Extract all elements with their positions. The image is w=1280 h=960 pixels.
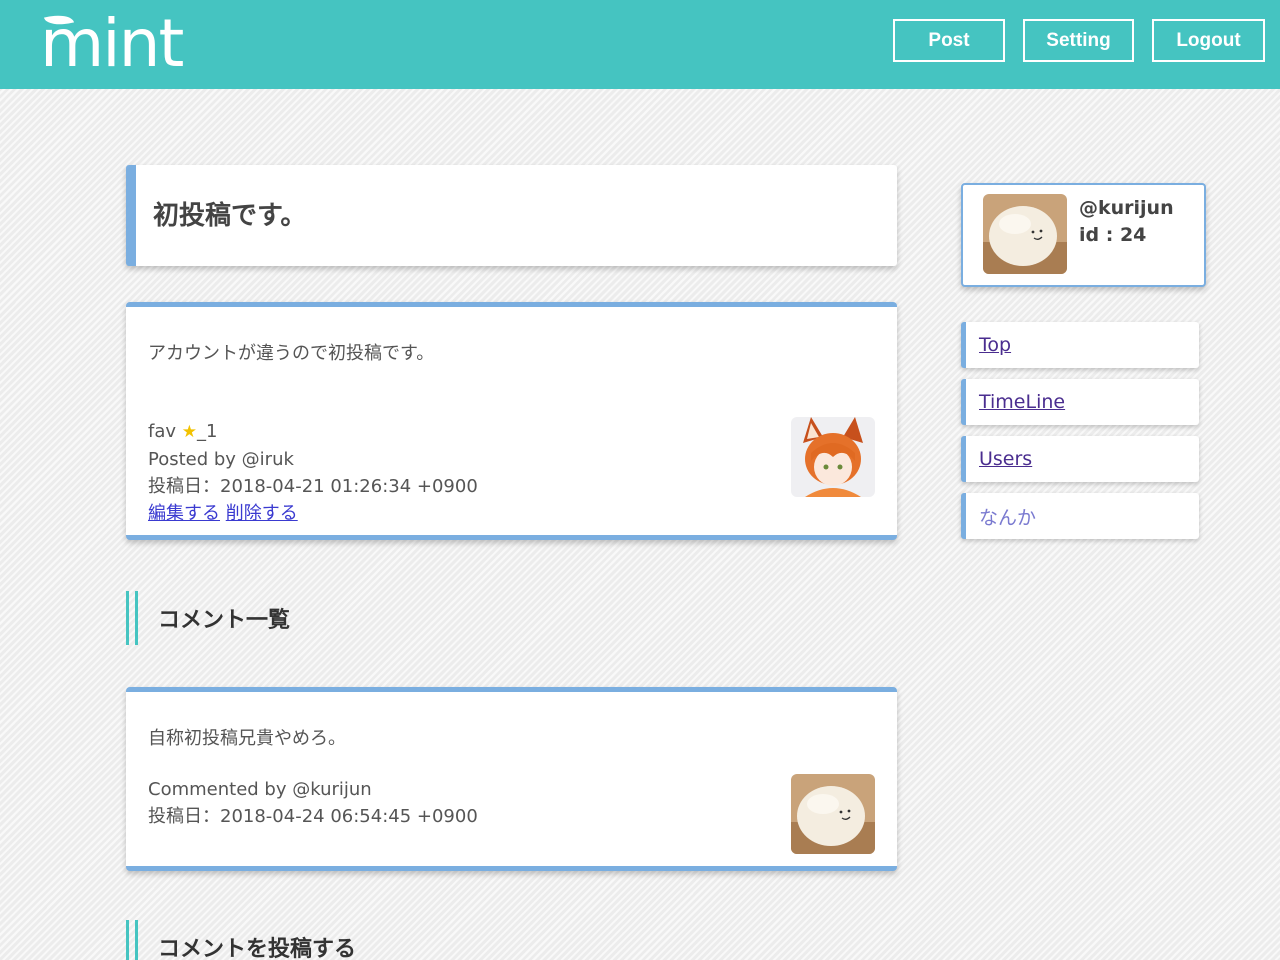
setting-button[interactable]: Setting <box>1023 19 1134 62</box>
site-logo[interactable]: mint <box>40 8 184 77</box>
profile-card[interactable]: @kurijun id : 24 <box>961 183 1206 287</box>
post-meta: fav ★_1 Posted by @iruk 投稿日：2018-04-21 0… <box>148 418 478 527</box>
comment-meta: Commented by @kurijun 投稿日：2018-04-24 06:… <box>148 776 478 830</box>
header-bar: mint Post Setting Logout <box>0 0 1280 89</box>
post-title-card: 初投稿です。 <box>126 165 897 266</box>
profile-avatar <box>983 194 1067 274</box>
comment-body: 自称初投稿兄貴やめろ。 <box>148 728 346 749</box>
nav-top[interactable]: Top <box>961 322 1199 368</box>
post-body: アカウントが違うので初投稿です。 <box>148 343 435 364</box>
comment-date: 投稿日：2018-04-24 06:54:45 +0900 <box>148 806 478 827</box>
logout-button[interactable]: Logout <box>1152 19 1265 62</box>
commenter-avatar[interactable] <box>791 774 875 854</box>
comments-heading: コメント一覧 <box>126 591 290 645</box>
post-title: 初投稿です。 <box>153 201 307 231</box>
comment-form-heading: コメントを投稿する <box>126 920 356 960</box>
edit-link[interactable]: 編集する <box>148 503 220 524</box>
post-date: 投稿日：2018-04-21 01:26:34 +0900 <box>148 476 478 497</box>
commented-by: Commented by @kurijun <box>148 779 372 800</box>
fox-avatar-icon <box>791 417 875 497</box>
posted-by: Posted by @iruk <box>148 449 294 470</box>
fav-label: fav <box>148 421 177 442</box>
profile-username: @kurijun <box>1079 197 1174 219</box>
post-button[interactable]: Post <box>893 19 1005 62</box>
star-icon: ★ <box>181 422 198 442</box>
nav-timeline[interactable]: TimeLine <box>961 379 1199 425</box>
comment-card: 自称初投稿兄貴やめろ。 Commented by @kurijun 投稿日：20… <box>126 687 897 871</box>
author-avatar[interactable] <box>791 417 875 497</box>
nav-nanka[interactable]: なんか <box>961 493 1199 539</box>
delete-link[interactable]: 削除する <box>226 503 298 524</box>
mochi-avatar-icon <box>983 194 1067 274</box>
mochi-avatar-icon <box>791 774 875 854</box>
fav-count: _1 <box>197 421 218 442</box>
post-card: アカウントが違うので初投稿です。 fav ★_1 Posted by @iruk… <box>126 302 897 540</box>
fav-row[interactable]: fav ★_1 <box>148 418 478 446</box>
profile-id: id : 24 <box>1079 224 1147 246</box>
nav-users[interactable]: Users <box>961 436 1199 482</box>
